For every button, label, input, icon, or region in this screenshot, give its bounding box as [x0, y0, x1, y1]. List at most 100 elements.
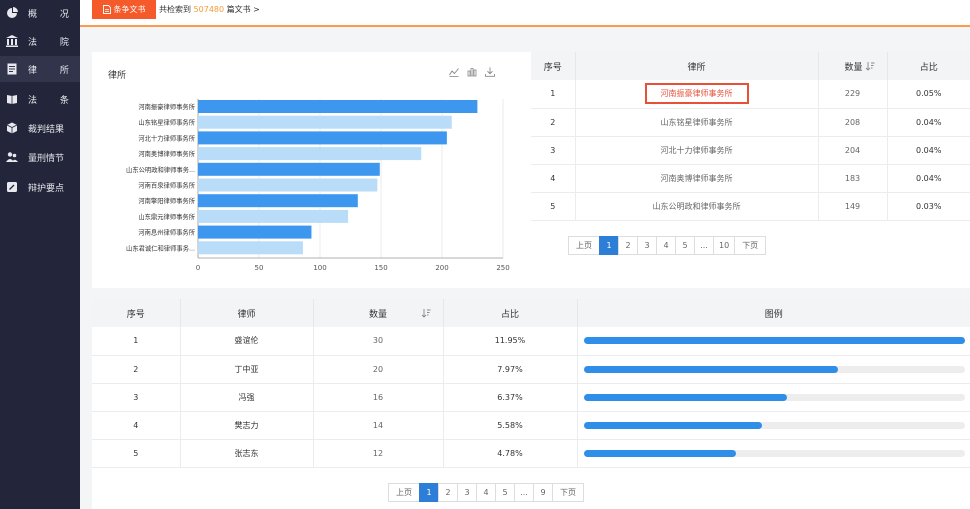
- page-button[interactable]: 5: [495, 483, 515, 502]
- cell-index: 1: [92, 327, 181, 356]
- cell-ratio: 11.95%: [443, 327, 578, 356]
- page-button[interactable]: 3: [637, 236, 657, 255]
- cell-firm-name[interactable]: 山东公明政和律师事务所: [575, 192, 819, 221]
- page-button[interactable]: 2: [438, 483, 458, 502]
- sidebar-item-defense[interactable]: 辩护要点: [0, 174, 80, 200]
- column-header-count[interactable]: 数量: [313, 299, 444, 327]
- sidebar-item-statute[interactable]: 法 条: [0, 86, 80, 112]
- result-count: 507480: [193, 5, 225, 14]
- sort-icon[interactable]: [421, 308, 431, 318]
- prev-page-button[interactable]: 上页: [568, 236, 600, 255]
- cell-count: 20: [313, 355, 444, 384]
- page-button[interactable]: 1: [599, 236, 619, 255]
- table-row[interactable]: 1 盛谊伦 30 11.95%: [92, 327, 970, 356]
- page-button[interactable]: 10: [713, 236, 736, 255]
- column-header-count[interactable]: 数量: [818, 52, 888, 80]
- y-category-label: 山东鼎元律师事务所: [138, 212, 195, 221]
- table-row[interactable]: 5 张志东 12 4.78%: [92, 439, 970, 468]
- cell-count: 183: [818, 164, 888, 193]
- y-category-label: 河南擎阳律师事务所: [138, 196, 195, 205]
- page-button[interactable]: 5: [675, 236, 695, 255]
- cell-ratio: 6.37%: [443, 383, 578, 412]
- result-suffix: 篇文书 >: [226, 5, 260, 14]
- x-tick-label: 250: [496, 264, 509, 272]
- sidebar-item-label: 法 院: [28, 37, 79, 48]
- legend-bar-fill: [583, 393, 787, 401]
- sidebar-item-court[interactable]: 法 院: [0, 28, 80, 54]
- chart-bar[interactable]: [198, 115, 452, 129]
- sidebar-item-sentencing[interactable]: 量刑情节: [0, 144, 80, 170]
- page-button[interactable]: 4: [656, 236, 676, 255]
- cell-lawyer-name[interactable]: 冯强: [180, 383, 314, 412]
- chart-bar[interactable]: [198, 194, 358, 208]
- column-header-count-label: 数量: [368, 309, 387, 320]
- chart-pie-icon: [6, 7, 18, 19]
- page-button[interactable]: 2: [618, 236, 638, 255]
- report-button[interactable]: 条争文书: [92, 0, 156, 19]
- chart-bar[interactable]: [198, 225, 312, 239]
- result-summary[interactable]: 共检索到 507480 篇文书 >: [159, 4, 260, 15]
- sidebar-item-law-firm[interactable]: 律 所: [0, 56, 80, 82]
- chart-bar[interactable]: [198, 131, 447, 145]
- table-row[interactable]: 2 山东铭星律师事务所 208 0.04%: [531, 108, 970, 137]
- cube-icon: [6, 122, 18, 134]
- sidebar-item-label: 法 条: [28, 95, 79, 106]
- next-page-button[interactable]: 下页: [552, 483, 584, 502]
- legend-bar-fill: [583, 421, 762, 429]
- x-tick-label: 100: [313, 264, 326, 272]
- cell-legend: [577, 327, 970, 356]
- cell-lawyer-name[interactable]: 盛谊伦: [180, 327, 314, 356]
- cell-lawyer-name[interactable]: 樊志力: [180, 411, 314, 440]
- sidebar-item-overview[interactable]: 概 况: [0, 0, 80, 26]
- law-firm-pagination: 上页 1 2 3 4 5... 10 下页: [568, 236, 767, 255]
- page-button[interactable]: 3: [457, 483, 477, 502]
- cell-count: 12: [313, 439, 444, 468]
- sidebar: 概 况 法 院 律 所 法 条 裁判结果 量刑情节 辩护要点: [0, 0, 80, 509]
- highlighted-firm-name[interactable]: 河南振豪律师事务所: [644, 83, 749, 105]
- cell-firm-name[interactable]: 河南奥博律师事务所: [575, 164, 819, 193]
- column-header-ratio: 占比: [887, 52, 970, 80]
- cell-firm-name[interactable]: 河北十力律师事务所: [575, 136, 819, 165]
- firm-document-icon: [6, 63, 18, 75]
- chart-bar[interactable]: [198, 100, 478, 113]
- sidebar-item-label: 概 况: [28, 9, 79, 20]
- sidebar-item-verdict[interactable]: 裁判结果: [0, 115, 80, 141]
- prev-page-button[interactable]: 上页: [388, 483, 420, 502]
- table-row[interactable]: 1 河南振豪律师事务所 229 0.05%: [531, 80, 970, 109]
- chart-bar[interactable]: [198, 147, 422, 161]
- table-row[interactable]: 5 山东公明政和律师事务所 149 0.03%: [531, 192, 970, 221]
- page-button[interactable]: 9: [533, 483, 553, 502]
- y-category-label: 山东君诚仁和律师事务...: [126, 243, 195, 252]
- cell-firm-name[interactable]: 山东铭星律师事务所: [575, 108, 819, 137]
- chart-bar[interactable]: [198, 178, 378, 192]
- cell-index: 5: [92, 439, 181, 468]
- cell-index: 1: [531, 80, 576, 109]
- sidebar-item-label: 裁判结果: [28, 124, 65, 135]
- cell-firm-name[interactable]: 河南振豪律师事务所: [575, 80, 819, 109]
- chart-bar[interactable]: [198, 209, 349, 223]
- column-header-count-label: 数量: [844, 62, 863, 73]
- chart-bar[interactable]: [198, 241, 303, 255]
- cell-lawyer-name[interactable]: 丁中亚: [180, 355, 314, 384]
- cell-ratio: 4.78%: [443, 439, 578, 468]
- table-row[interactable]: 4 河南奥博律师事务所 183 0.04%: [531, 164, 970, 193]
- chart-bar[interactable]: [198, 162, 380, 176]
- page-button[interactable]: 4: [476, 483, 496, 502]
- next-page-button[interactable]: 下页: [734, 236, 767, 255]
- page-ellipsis: ...: [514, 483, 534, 502]
- table-row[interactable]: 2 丁中亚 20 7.97%: [92, 355, 970, 384]
- column-header-index: 序号: [92, 299, 181, 327]
- cell-index: 4: [531, 164, 576, 193]
- table-row[interactable]: 4 樊志力 14 5.58%: [92, 411, 970, 440]
- sort-icon[interactable]: [865, 61, 875, 71]
- cell-index: 3: [531, 136, 576, 165]
- legend-bar-fill: [583, 337, 965, 345]
- page-button[interactable]: 1: [419, 483, 439, 502]
- y-category-label: 山东铭星律师事务所: [138, 118, 195, 127]
- table-row[interactable]: 3 河北十力律师事务所 204 0.04%: [531, 136, 970, 165]
- law-firm-chart-card: 律所 0 50 100 150 200 250 河南振豪律师事务所 山东铭星律师事务所 河北十力…: [92, 52, 531, 288]
- column-header-ratio: 占比: [443, 299, 578, 327]
- cell-lawyer-name[interactable]: 张志东: [180, 439, 314, 468]
- y-category-label: 河南奥博律师事务所: [138, 149, 195, 158]
- table-row[interactable]: 3 冯强 16 6.37%: [92, 383, 970, 412]
